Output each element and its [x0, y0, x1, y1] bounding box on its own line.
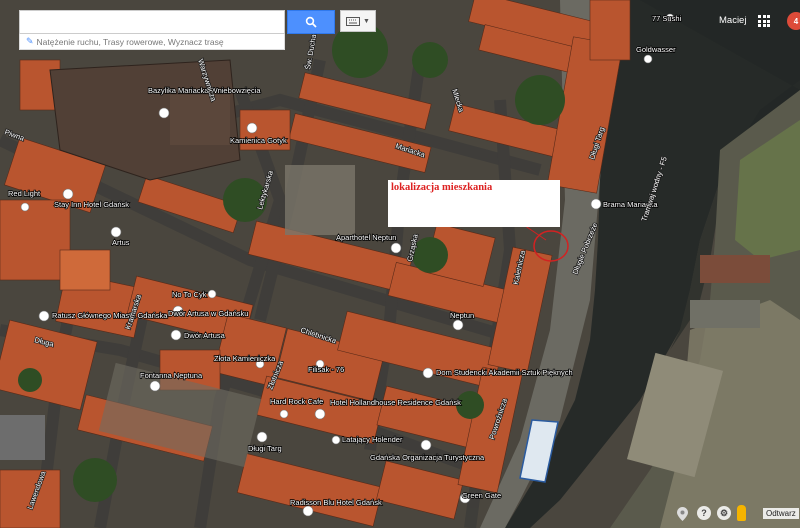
restaurant-icon — [643, 54, 653, 64]
satellite-map[interactable]: 77 Sushi Goldwasser Bazylika Mariacka Wn… — [0, 0, 800, 528]
layers-bar[interactable]: ✎ Natężenie ruchu, Trasy rowerowe, Wyzna… — [19, 34, 285, 50]
poi-label: Latający Holender — [342, 435, 403, 444]
poi-label: Dom Studencki Akademii Sztuk Pięknych — [436, 368, 573, 377]
hotel-icon — [62, 188, 74, 200]
location-pin-icon — [677, 507, 688, 521]
user-name[interactable]: Maciej — [719, 15, 746, 26]
poi-label: Goldwasser — [636, 45, 676, 54]
chevron-down-icon: ▼ — [363, 17, 370, 25]
layers-text[interactable]: Natężenie ruchu, Trasy rowerowe, Wyznacz… — [37, 37, 224, 47]
annotation-text: lokalizacja mieszkania — [391, 182, 493, 193]
poi-label: Stay Inn Hotel Gdańsk — [54, 200, 129, 209]
search-button[interactable] — [287, 10, 335, 34]
poi-label: Gdańska Organizacja Turystyczna — [370, 453, 485, 462]
hotel-icon — [302, 505, 314, 517]
museum-icon — [390, 242, 402, 254]
poi-label: Radisson Blu Hotel Gdańsk — [290, 498, 382, 507]
poi-label: Dwór Artusa w Gdańsku — [168, 309, 248, 318]
search-box[interactable] — [19, 10, 285, 34]
landmark-icon — [590, 198, 602, 210]
museum-icon — [422, 367, 434, 379]
info-icon — [420, 439, 432, 451]
traffic-icon: ✎ — [26, 36, 34, 46]
restaurant-icon — [20, 202, 30, 212]
gear-icon[interactable]: ⚙ — [717, 506, 731, 520]
museum-icon — [38, 310, 50, 322]
poi-label: Ratusz Głównego Miasta Gdańska — [52, 311, 168, 320]
bar-icon — [207, 289, 217, 299]
poi-label: 77 Sushi — [652, 14, 682, 23]
search-input[interactable] — [20, 11, 284, 33]
help-icon[interactable]: ? — [697, 506, 711, 520]
keyboard-icon — [346, 16, 361, 26]
restaurant-icon — [331, 435, 341, 445]
poi-label: Hard Rock Cafe — [270, 397, 323, 406]
input-tools-button[interactable]: ▼ — [340, 10, 376, 32]
poi-label: Artus — [112, 238, 130, 247]
poi-label: Hotel Hollandhouse Residence Gdańsk — [330, 398, 461, 407]
poi-label: Kamienica Gotyk — [230, 136, 287, 145]
landmark-icon — [149, 380, 161, 392]
poi-label: Bazylika Mariacka Wniebowzięcia — [148, 86, 261, 95]
poi-label: Filisak - 76 — [308, 365, 344, 374]
map-controls: ? ⚙ — [697, 505, 746, 521]
museum-icon — [452, 319, 464, 331]
museum-icon — [170, 329, 182, 341]
apps-grid-icon[interactable] — [758, 15, 770, 27]
poi-label: Fontanna Neptuna — [140, 371, 203, 380]
poi-label: No To Cyk — [172, 290, 207, 299]
museum-icon — [246, 122, 258, 134]
museum-icon — [110, 226, 122, 238]
notification-badge[interactable]: 4 — [787, 12, 800, 30]
poi-label: Red Light — [8, 189, 41, 198]
camera-icon — [256, 431, 268, 443]
restaurant-icon — [279, 409, 289, 419]
bottom-right-label[interactable]: Odtwarz — [763, 508, 799, 519]
poi-label: Neptun — [450, 311, 474, 320]
poi-label: Dwór Artusa — [184, 331, 226, 340]
poi-label: Długi Targ — [248, 444, 282, 453]
hotel-icon — [314, 408, 326, 420]
pegman-icon[interactable] — [737, 505, 746, 521]
poi-label: Aparthotel Neptun — [336, 233, 396, 242]
poi-label: Green Gate — [462, 491, 501, 500]
search-icon — [305, 16, 317, 28]
poi-label: Złota Kamieniczka — [214, 354, 276, 363]
church-icon — [158, 107, 170, 119]
